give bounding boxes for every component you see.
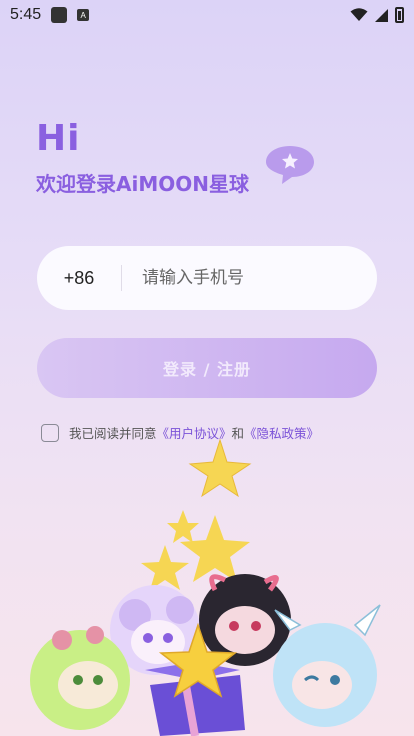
phone-input-row: +86 bbox=[37, 246, 377, 310]
star-chat-bubble-icon bbox=[266, 146, 314, 184]
country-code-selector[interactable]: +86 bbox=[37, 268, 121, 289]
blue-mascot bbox=[273, 604, 381, 727]
divider bbox=[121, 265, 122, 291]
mascot-illustration bbox=[30, 438, 381, 736]
greeting-title: Hi bbox=[36, 118, 81, 159]
a-badge-icon: A bbox=[77, 9, 90, 21]
welcome-text: 欢迎登录AiMOON星球 bbox=[36, 172, 249, 196]
star-icon bbox=[188, 438, 252, 498]
star-icon bbox=[167, 510, 199, 543]
status-icons bbox=[350, 7, 404, 23]
notification-icon bbox=[51, 7, 68, 23]
status-time: 5:45 bbox=[10, 6, 42, 23]
login-register-button[interactable]: 登录 / 注册 bbox=[37, 338, 377, 398]
battery-icon bbox=[395, 7, 404, 23]
status-bar: 5:45 A bbox=[0, 0, 414, 30]
star-icon bbox=[141, 545, 189, 590]
wifi-icon bbox=[350, 8, 368, 21]
signal-icon bbox=[375, 8, 388, 22]
phone-number-input[interactable] bbox=[142, 258, 377, 298]
